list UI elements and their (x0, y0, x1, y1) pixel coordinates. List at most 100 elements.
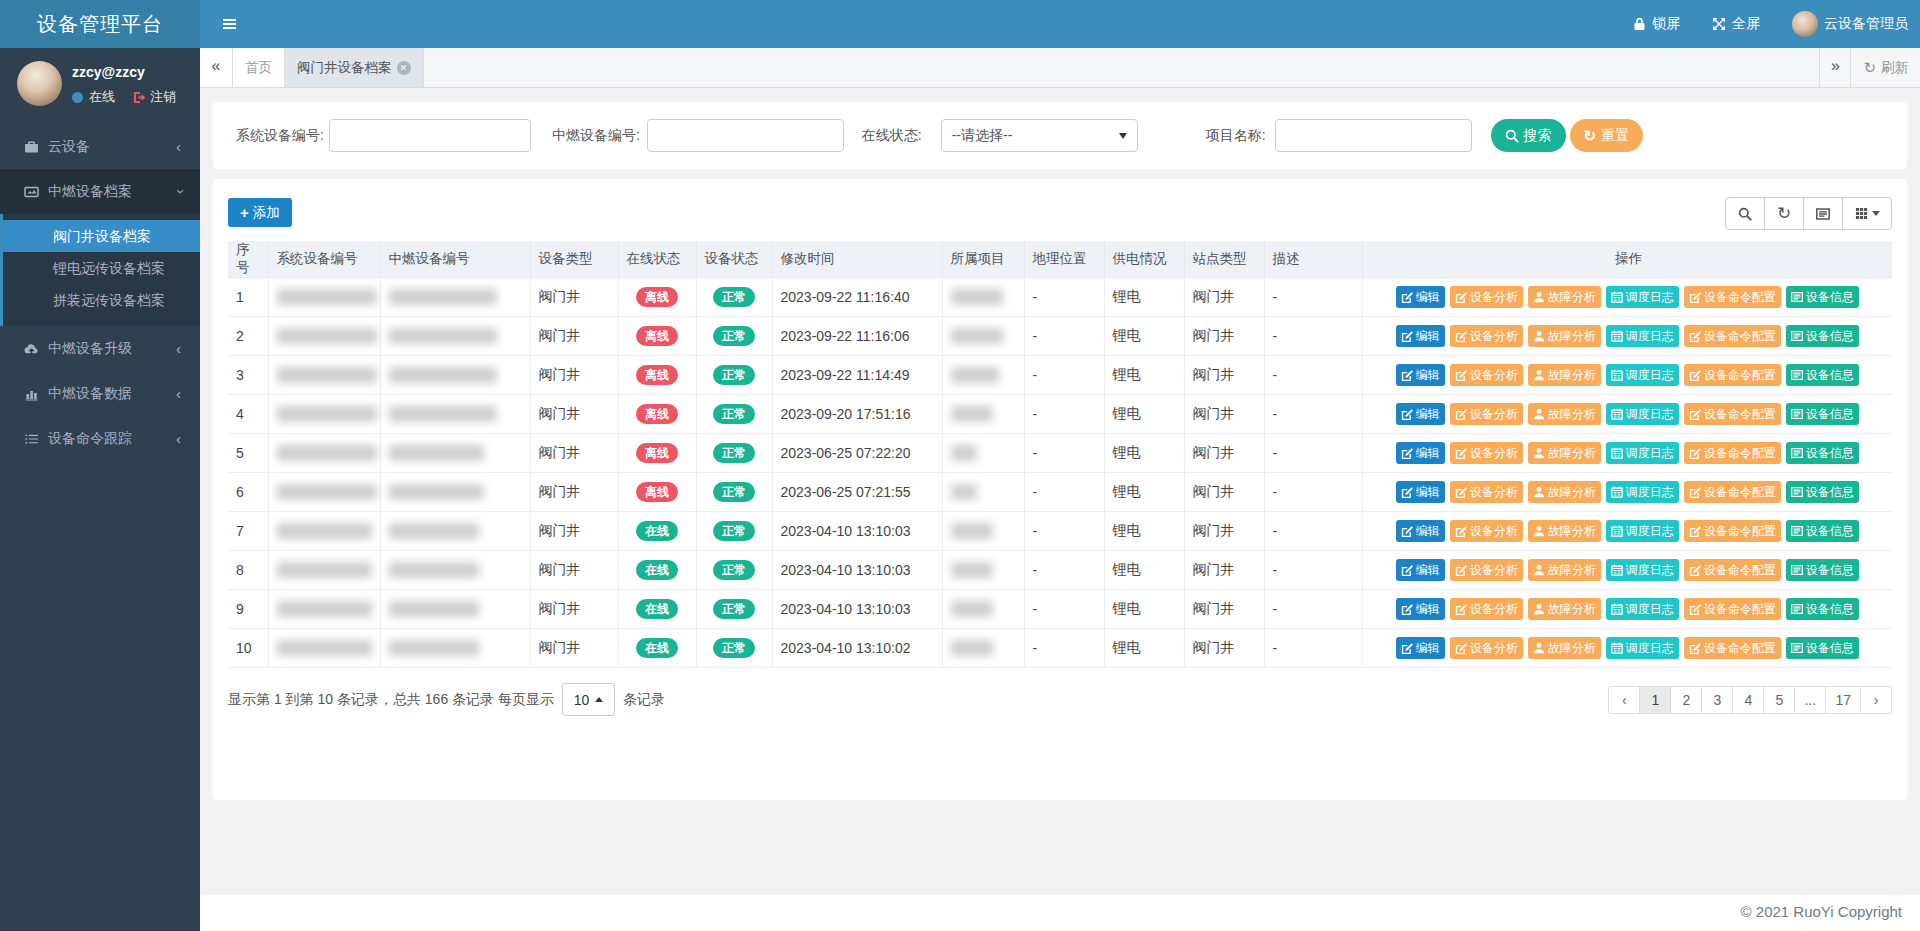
action-button-故障分析[interactable]: 故障分析 (1528, 286, 1601, 308)
action-button-编辑[interactable]: 编辑 (1396, 325, 1445, 347)
action-button-设备命令配置[interactable]: 设备命令配置 (1684, 364, 1781, 386)
zhongran-device-no-input[interactable] (647, 119, 844, 152)
sidebar-item-中燃设备升级[interactable]: 中燃设备升级‹ (0, 326, 200, 371)
action-button-设备信息[interactable]: 设备信息 (1786, 286, 1859, 308)
action-button-设备信息[interactable]: 设备信息 (1786, 520, 1859, 542)
action-button-故障分析[interactable]: 故障分析 (1528, 403, 1601, 425)
action-button-故障分析[interactable]: 故障分析 (1528, 442, 1601, 464)
search-button[interactable]: 搜索 (1491, 119, 1566, 152)
action-button-设备分析[interactable]: 设备分析 (1450, 325, 1523, 347)
system-device-no-input[interactable] (329, 119, 531, 152)
action-button-编辑[interactable]: 编辑 (1396, 598, 1445, 620)
sidebar-item-中燃设备数据[interactable]: 中燃设备数据‹ (0, 371, 200, 416)
tab-valve-well-archive[interactable]: 阀门井设备档案 ✕ (285, 48, 424, 87)
action-button-编辑[interactable]: 编辑 (1396, 403, 1445, 425)
show-search-button[interactable] (1725, 197, 1765, 230)
action-button-设备命令配置[interactable]: 设备命令配置 (1684, 598, 1781, 620)
action-button-故障分析[interactable]: 故障分析 (1528, 559, 1601, 581)
action-button-设备分析[interactable]: 设备分析 (1450, 403, 1523, 425)
action-button-设备分析[interactable]: 设备分析 (1450, 481, 1523, 503)
action-button-调度日志[interactable]: 调度日志 (1606, 559, 1679, 581)
page-button-›[interactable]: › (1860, 686, 1892, 714)
page-button-17[interactable]: 17 (1825, 686, 1861, 714)
page-button-4[interactable]: 4 (1732, 686, 1764, 714)
toggle-view-button[interactable] (1803, 197, 1843, 230)
action-button-设备命令配置[interactable]: 设备命令配置 (1684, 559, 1781, 581)
sidebar-subitem-拼装远传设备档案[interactable]: 拼装远传设备档案 (3, 284, 200, 316)
add-button[interactable]: + 添加 (228, 198, 292, 227)
action-button-设备命令配置[interactable]: 设备命令配置 (1684, 520, 1781, 542)
action-button-设备信息[interactable]: 设备信息 (1786, 637, 1859, 659)
action-button-设备分析[interactable]: 设备分析 (1450, 364, 1523, 386)
action-button-设备分析[interactable]: 设备分析 (1450, 442, 1523, 464)
tab-refresh-button[interactable]: ↻ 刷新 (1851, 59, 1920, 77)
lock-screen-button[interactable]: 锁屏 (1617, 0, 1696, 48)
sidebar-item-云设备[interactable]: 云设备‹ (0, 124, 200, 169)
action-button-设备命令配置[interactable]: 设备命令配置 (1684, 325, 1781, 347)
action-button-设备分析[interactable]: 设备分析 (1450, 286, 1523, 308)
page-button-1[interactable]: 1 (1639, 686, 1671, 714)
tabs-scroll-right-button[interactable]: » (1819, 48, 1851, 87)
fullscreen-button[interactable]: 全屏 (1696, 0, 1776, 48)
sidebar-toggle-button[interactable] (206, 0, 252, 48)
page-button-2[interactable]: 2 (1670, 686, 1702, 714)
sidebar-subitem-锂电远传设备档案[interactable]: 锂电远传设备档案 (3, 252, 200, 284)
action-button-编辑[interactable]: 编辑 (1396, 481, 1445, 503)
action-button-设备命令配置[interactable]: 设备命令配置 (1684, 442, 1781, 464)
page-button-‹[interactable]: ‹ (1608, 686, 1640, 714)
action-button-调度日志[interactable]: 调度日志 (1606, 325, 1679, 347)
page-size-select[interactable]: 10 (562, 683, 615, 716)
action-button-设备信息[interactable]: 设备信息 (1786, 559, 1859, 581)
action-button-设备信息[interactable]: 设备信息 (1786, 481, 1859, 503)
action-button-设备信息[interactable]: 设备信息 (1786, 403, 1859, 425)
action-button-设备信息[interactable]: 设备信息 (1786, 325, 1859, 347)
action-button-调度日志[interactable]: 调度日志 (1606, 481, 1679, 503)
columns-button[interactable] (1842, 197, 1892, 230)
action-button-设备分析[interactable]: 设备分析 (1450, 598, 1523, 620)
action-button-设备命令配置[interactable]: 设备命令配置 (1684, 481, 1781, 503)
tab-close-icon[interactable]: ✕ (397, 61, 411, 75)
action-button-故障分析[interactable]: 故障分析 (1528, 364, 1601, 386)
action-button-设备命令配置[interactable]: 设备命令配置 (1684, 286, 1781, 308)
sidebar-item-中燃设备档案[interactable]: 中燃设备档案‹ (0, 169, 200, 214)
action-button-编辑[interactable]: 编辑 (1396, 286, 1445, 308)
tabs-scroll-left-button[interactable]: « (200, 48, 233, 87)
action-button-编辑[interactable]: 编辑 (1396, 520, 1445, 542)
action-button-故障分析[interactable]: 故障分析 (1528, 325, 1601, 347)
action-button-编辑[interactable]: 编辑 (1396, 559, 1445, 581)
page-button-3[interactable]: 3 (1701, 686, 1733, 714)
sidebar-subitem-阀门井设备档案[interactable]: 阀门井设备档案 (3, 220, 200, 252)
action-button-故障分析[interactable]: 故障分析 (1528, 598, 1601, 620)
action-button-调度日志[interactable]: 调度日志 (1606, 637, 1679, 659)
action-button-调度日志[interactable]: 调度日志 (1606, 442, 1679, 464)
action-button-故障分析[interactable]: 故障分析 (1528, 637, 1601, 659)
sidebar-item-设备命令跟踪[interactable]: 设备命令跟踪‹ (0, 416, 200, 461)
action-button-调度日志[interactable]: 调度日志 (1606, 598, 1679, 620)
page-button-5[interactable]: 5 (1763, 686, 1795, 714)
action-button-故障分析[interactable]: 故障分析 (1528, 520, 1601, 542)
page-button-...[interactable]: ... (1794, 686, 1826, 714)
reset-button[interactable]: ↻ 重置 (1570, 119, 1644, 152)
refresh-table-button[interactable]: ↻ (1764, 197, 1804, 230)
action-button-编辑[interactable]: 编辑 (1396, 364, 1445, 386)
online-status-select[interactable]: --请选择-- (941, 119, 1138, 152)
action-button-设备分析[interactable]: 设备分析 (1450, 559, 1523, 581)
action-button-故障分析[interactable]: 故障分析 (1528, 481, 1601, 503)
project-name-input[interactable] (1275, 119, 1472, 152)
action-button-调度日志[interactable]: 调度日志 (1606, 364, 1679, 386)
action-button-编辑[interactable]: 编辑 (1396, 637, 1445, 659)
action-button-调度日志[interactable]: 调度日志 (1606, 286, 1679, 308)
action-button-设备分析[interactable]: 设备分析 (1450, 637, 1523, 659)
action-button-设备信息[interactable]: 设备信息 (1786, 364, 1859, 386)
action-button-设备信息[interactable]: 设备信息 (1786, 442, 1859, 464)
action-button-设备分析[interactable]: 设备分析 (1450, 520, 1523, 542)
logout-button[interactable]: 注销 (133, 88, 176, 106)
action-button-调度日志[interactable]: 调度日志 (1606, 520, 1679, 542)
action-button-设备命令配置[interactable]: 设备命令配置 (1684, 403, 1781, 425)
action-button-设备信息[interactable]: 设备信息 (1786, 598, 1859, 620)
action-button-编辑[interactable]: 编辑 (1396, 442, 1445, 464)
action-button-调度日志[interactable]: 调度日志 (1606, 403, 1679, 425)
tab-home[interactable]: 首页 (233, 48, 285, 87)
action-button-设备命令配置[interactable]: 设备命令配置 (1684, 637, 1781, 659)
user-menu[interactable]: 云设备管理员 (1776, 0, 1920, 48)
